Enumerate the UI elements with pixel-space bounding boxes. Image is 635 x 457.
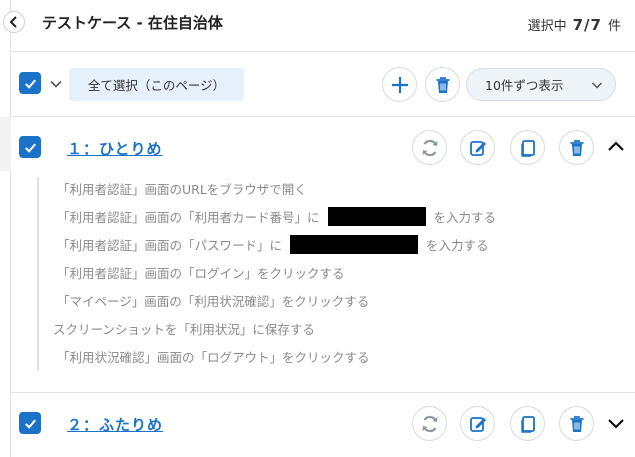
step-item: 「マイページ」画面の「利用状況確認」をクリックする (57, 291, 369, 310)
selection-counter: 選択中 7/7 件 (528, 15, 621, 34)
selection-unit: 件 (607, 19, 621, 34)
edit-icon (469, 140, 486, 156)
case-title[interactable]: １：ひとりめ (67, 138, 163, 159)
case-checkbox[interactable] (19, 412, 41, 434)
trash-icon (436, 76, 449, 93)
chevron-left-icon (9, 16, 17, 28)
per-page-label: 10件ずつ表示 (485, 78, 564, 93)
add-button[interactable] (382, 67, 417, 102)
edit-button[interactable] (460, 130, 495, 165)
step-text: 「利用者認証」画面の「利用者カード番号」に (57, 210, 320, 225)
plus-icon (391, 76, 408, 93)
copy-icon (520, 415, 535, 433)
step-text: スクリーンショットを「利用状況」に保存する (53, 322, 315, 337)
delete-all-button[interactable] (425, 67, 460, 102)
per-page-select[interactable]: 10件ずつ表示 (466, 68, 616, 101)
step-item: 「利用者認証」画面の「ログイン」をクリックする (57, 263, 345, 282)
select-all-checkbox[interactable] (19, 72, 41, 94)
step-item: スクリーンショットを「利用状況」に保存する (53, 319, 315, 338)
step-text: 「利用者認証」画面の「パスワード」に (57, 238, 283, 253)
step-text: を入力する (426, 238, 489, 253)
step-item: 「利用者認証」画面のURLをブラウザで開く (57, 179, 307, 198)
copy-button[interactable] (510, 406, 545, 441)
divider (11, 116, 635, 117)
refresh-icon (422, 139, 437, 156)
divider (11, 51, 635, 52)
delete-button[interactable] (559, 406, 594, 441)
step-text: 「利用状況確認」画面の「ログアウト」をクリックする (57, 350, 370, 365)
step-item: 「利用者認証」画面の「利用者カード番号」に を入力する (57, 207, 496, 226)
case-steps: 「利用者認証」画面のURLをブラウザで開く 「利用者認証」画面の「利用者カード番… (37, 177, 597, 371)
expand-chevron-down-icon[interactable] (607, 414, 625, 432)
check-icon (24, 143, 36, 153)
delete-button[interactable] (559, 130, 594, 165)
copy-button[interactable] (510, 130, 545, 165)
step-item: 「利用状況確認」画面の「ログアウト」をクリックする (57, 347, 370, 366)
check-icon (24, 79, 36, 89)
copy-icon (520, 139, 535, 157)
case-title[interactable]: ２：ふたりめ (67, 414, 163, 435)
refresh-button[interactable] (412, 130, 447, 165)
step-text: 「マイページ」画面の「利用状況確認」をクリックする (57, 294, 370, 309)
chevron-down-icon (591, 82, 603, 89)
redacted-value (327, 207, 426, 226)
refresh-icon (422, 415, 437, 432)
collapse-chevron-up-icon[interactable] (607, 138, 625, 156)
step-text: 「利用者認証」画面の「ログイン」をクリックする (57, 266, 345, 281)
trash-icon (570, 415, 583, 432)
left-rail (0, 0, 11, 457)
step-text: を入力する (433, 210, 497, 225)
chevron-down-icon[interactable] (49, 77, 63, 91)
case-checkbox[interactable] (19, 136, 41, 158)
step-item: 「利用者認証」画面の「パスワード」に を入力する (57, 235, 489, 254)
check-icon (24, 419, 36, 429)
step-text: 「利用者認証」画面のURLをブラウザで開く (57, 182, 307, 197)
edit-icon (469, 416, 486, 432)
edit-button[interactable] (460, 406, 495, 441)
trash-icon (570, 139, 583, 156)
selection-label: 選択中 (527, 19, 567, 34)
divider (11, 392, 635, 393)
left-rail-shade (0, 117, 11, 171)
redacted-value (290, 235, 419, 254)
selection-count: 7/7 (572, 16, 602, 34)
refresh-button[interactable] (412, 406, 447, 441)
page-title: テストケース - 在住自治体 (42, 14, 223, 32)
back-button[interactable] (3, 11, 25, 33)
select-all-button[interactable]: 全て選択（このページ） (69, 68, 244, 101)
